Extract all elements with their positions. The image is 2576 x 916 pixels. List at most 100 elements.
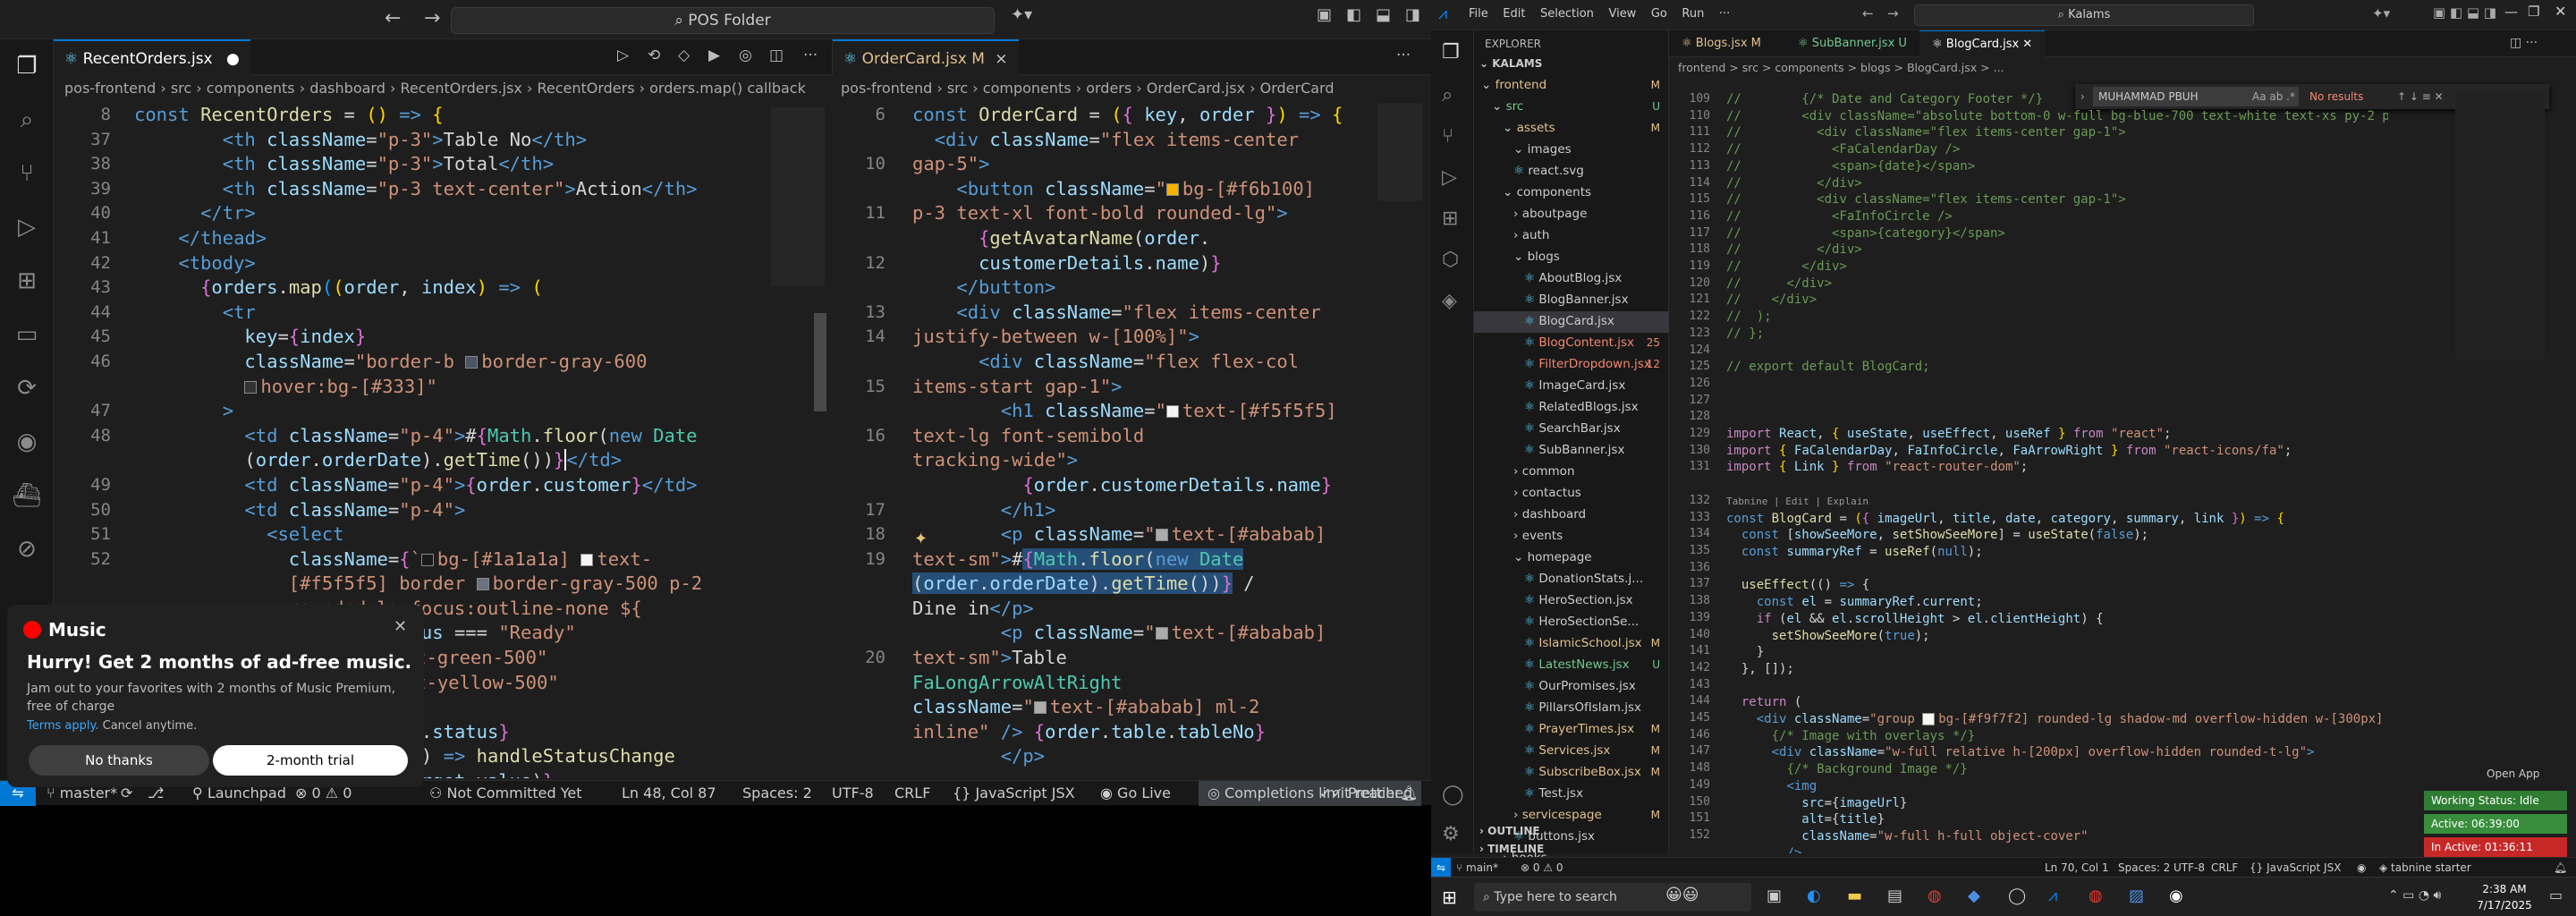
file-item[interactable]: ⚛ IslamicSchool.jsx M [1474, 633, 1669, 655]
crumb[interactable]: OrderCard.jsx [1147, 80, 1245, 97]
copilot-icon[interactable]: ✦▾ [2372, 5, 2390, 21]
command-center[interactable]: ⌕ Kalams [1914, 4, 2254, 26]
remote-indicator-icon[interactable]: ⇋ [1431, 858, 1451, 878]
folder-item[interactable]: › servicespage M [1474, 805, 1669, 827]
encoding[interactable]: UTF-8 [2174, 858, 2205, 878]
close-popup-icon[interactable]: ✕ [394, 617, 407, 636]
folder-item[interactable]: ⌄ assets M [1474, 118, 1669, 140]
live-share-icon[interactable]: ⊘ [11, 533, 43, 565]
run-icon[interactable]: ▷ [617, 47, 629, 64]
tabnine-icon[interactable]: ◈ [1442, 290, 1457, 312]
crumb[interactable]: src [171, 80, 191, 97]
folder-item[interactable]: ⌄ components [1474, 182, 1669, 204]
store-icon[interactable]: ▤ [1887, 886, 1902, 905]
golive-item[interactable]: ◉ Go Live [1100, 781, 1171, 806]
folder-item[interactable]: › contactus [1474, 483, 1669, 505]
remote-icon[interactable]: ⬡ [1442, 249, 1459, 271]
crumb[interactable]: dashboard [309, 80, 386, 97]
scrollbar-left[interactable] [814, 313, 826, 411]
layout-icons[interactable]: ▣ ◧ ⬓ ◨ [2433, 4, 2496, 21]
folder-item[interactable]: ⌄ blogs [1474, 247, 1669, 268]
history-icon[interactable]: ⟲ [648, 47, 660, 64]
folder-item[interactable]: › common [1474, 462, 1669, 483]
run-debug-icon[interactable]: ▷ [1442, 166, 1457, 189]
crumb[interactable]: orders.map() callback [649, 80, 806, 97]
editor-actions[interactable]: ◫ ··· [2510, 36, 2538, 50]
prettier-item[interactable]: ✓✓ Prettier [1319, 781, 1401, 806]
close-window-icon[interactable]: ✕ [2555, 3, 2566, 20]
file-item[interactable]: ⚛ SubscribeBox.jsx M [1474, 762, 1669, 784]
tab-subbanner[interactable]: ⚛ SubBanner.jsx U [1785, 30, 1919, 57]
menu-run[interactable]: Run [1682, 7, 1704, 21]
notifications-icon[interactable]: 🔔︎ [1400, 781, 1418, 806]
menu-go[interactable]: Go [1651, 7, 1667, 21]
problems-item[interactable]: ⊗ 0 ⚠ 0 [1521, 858, 1563, 878]
find-nav-icons[interactable]: ↑ ↓ ≡ ✕ [2397, 84, 2444, 109]
folder-item[interactable]: › dashboard [1474, 505, 1669, 526]
terms-link[interactable]: Terms apply. [27, 719, 98, 733]
more-actions-icon[interactable]: ··· [803, 47, 818, 64]
menu-edit[interactable]: Edit [1503, 7, 1525, 21]
notifications-icon[interactable]: 🔔︎ [2554, 858, 2567, 878]
folder-item[interactable]: ⌄ src U [1474, 97, 1669, 118]
app-icon[interactable]: ◆ [1968, 886, 1980, 905]
menu-selection[interactable]: Selection [1540, 7, 1594, 21]
file-item[interactable]: ⚛ Test.jsx [1474, 784, 1669, 805]
blame-item[interactable]: ⚇ Not Committed Yet [429, 781, 582, 806]
task-view-icon[interactable]: ▣ [1767, 886, 1782, 905]
system-tray-icons[interactable]: ⌃ ▭ ◔ 🔊︎ [2388, 888, 2441, 903]
menu-more[interactable]: ··· [1719, 7, 1730, 21]
edge-icon[interactable]: ◐ [1807, 886, 1821, 905]
maximize-icon[interactable]: ❐ [2528, 4, 2539, 20]
tab-recentorders[interactable]: ⚛ RecentOrders.jsx ● [54, 39, 250, 75]
toggle-sidebar-icon[interactable]: ◧ [1346, 5, 1361, 24]
file-item[interactable]: ⚛ HeroSection.jsx [1474, 590, 1669, 612]
crumb[interactable]: pos-frontend [841, 80, 932, 97]
crumb[interactable]: src [947, 80, 968, 97]
notification-center-icon[interactable]: ▭ [2549, 886, 2563, 903]
file-item[interactable]: ⚛ BlogBanner.jsx [1474, 290, 1669, 311]
compare-icon[interactable]: ◇ [678, 47, 690, 64]
file-item[interactable]: ⚛ RelatedBlogs.jsx [1474, 397, 1669, 419]
chrome-icon[interactable]: ◍ [1928, 886, 1942, 905]
search-icon[interactable]: ⌕ [1442, 84, 1453, 106]
file-item[interactable]: ⚛ PillarsOfIslam.jsx [1474, 698, 1669, 719]
menu-file[interactable]: File [1469, 7, 1488, 21]
back-icon[interactable]: ← [385, 7, 401, 30]
copilot-icon[interactable]: ✦▾ [1011, 5, 1032, 24]
minimize-icon[interactable]: — [2504, 4, 2518, 20]
settings-icon[interactable]: ⚙ [1442, 823, 1460, 845]
crumb[interactable]: RecentOrders [537, 80, 634, 97]
language-mode[interactable]: {} JavaScript JSX [2250, 858, 2341, 878]
github-icon[interactable]: ◯ [2008, 886, 2026, 905]
indentation[interactable]: Spaces: 2 [742, 781, 812, 806]
tabnine-status[interactable]: ◈ tabnine starter [2379, 858, 2471, 878]
account-icon[interactable]: ◯ [1442, 784, 1464, 806]
photos-icon[interactable]: ▨ [2129, 886, 2144, 905]
open-app-link[interactable]: Open App [2487, 768, 2539, 780]
windows-start-icon[interactable]: ⊞ [1442, 886, 1457, 908]
vscode-taskbar-icon[interactable]: ⩘ [2048, 886, 2057, 905]
explorer-icon[interactable]: ❐ [1442, 41, 1460, 64]
extensions-icon[interactable]: ⊞ [11, 265, 43, 297]
more-actions-icon[interactable]: ··· [1396, 47, 1411, 64]
taskbar-search[interactable]: ⌕ Type here to search [1474, 883, 1751, 912]
outline-section[interactable]: › OUTLINE [1479, 825, 1540, 837]
no-thanks-button[interactable]: No thanks [29, 745, 209, 776]
tab-blogs[interactable]: ⚛ Blogs.jsx M [1669, 30, 1774, 57]
file-explorer-icon[interactable]: ▬ [1847, 886, 1862, 905]
timeline-icon[interactable]: ⟳ [11, 372, 43, 404]
cursor-position[interactable]: Ln 70, Col 1 [2045, 858, 2109, 878]
file-item[interactable]: ⚛ DonationStats.j... [1474, 569, 1669, 590]
chrome-icon-2[interactable]: ◍ [2089, 886, 2103, 905]
file-item[interactable]: ⚛ OurPromises.jsx [1474, 676, 1669, 698]
source-control-icon[interactable]: ⑂ [1442, 125, 1453, 148]
toggle-panel-icon[interactable]: ⬓ [1376, 5, 1391, 24]
indentation[interactable]: Spaces: 2 [2118, 858, 2170, 878]
timeline-section[interactable]: › TIMELINE [1479, 843, 1544, 855]
branch-item[interactable]: ⑂ main* [1456, 858, 1498, 878]
file-item[interactable]: ⚛ BlogContent.jsx 25 [1474, 333, 1669, 354]
crumb[interactable]: components [983, 80, 1072, 97]
tab-ordercard[interactable]: ⚛ OrderCard.jsx M × [833, 39, 1019, 75]
command-center-search[interactable]: ⌕ POS Folder [451, 7, 995, 34]
